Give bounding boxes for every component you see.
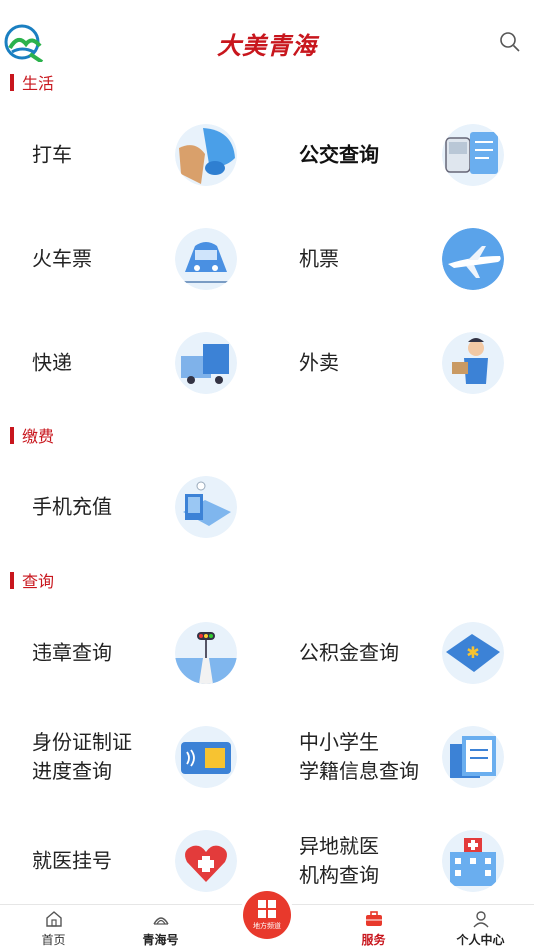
service-phone-recharge[interactable]: 手机充值	[0, 462, 267, 552]
section-title: 缴费	[22, 427, 55, 446]
service-label: 异地就医 机构查询	[299, 834, 379, 887]
service-label: 外卖	[299, 350, 339, 375]
service-label: 机票	[299, 246, 339, 271]
tab-home[interactable]: 首页	[0, 905, 107, 950]
service-bus-query[interactable]: 公交查询	[267, 110, 534, 200]
tab-label: 青海号	[142, 933, 179, 947]
section-marker	[10, 73, 14, 91]
app-header: 大美青海	[0, 0, 534, 70]
service-train-ticket[interactable]: 火车票	[0, 214, 267, 304]
phone-recharge-icon	[175, 476, 237, 538]
bus-icon	[442, 124, 504, 186]
home-icon	[44, 909, 64, 929]
tab-service[interactable]: 服务	[320, 905, 427, 950]
tab-label: 个人中心	[456, 933, 505, 947]
tab-label: 首页	[41, 933, 66, 947]
section-title: 查询	[22, 572, 55, 591]
taxi-icon	[175, 124, 237, 186]
section-marker	[10, 426, 14, 444]
search-icon[interactable]	[498, 30, 522, 54]
service-label: 公积金查询	[299, 640, 399, 665]
service-label: 公交查询	[299, 142, 379, 167]
tab-label: 服务	[361, 933, 386, 947]
medical-heart-icon	[175, 830, 237, 892]
local-channel-label: 地方频道	[253, 922, 281, 930]
service-label: 火车票	[32, 246, 92, 271]
bottom-tab-bar: 首页 青海号 地方频道 服务 个人中心	[0, 891, 534, 950]
tab-profile[interactable]: 个人中心	[427, 905, 534, 950]
service-label: 中小学生 学籍信息查询	[299, 730, 419, 783]
airplane-icon	[442, 228, 504, 290]
service-label: 违章查询	[32, 640, 112, 665]
fund-book-icon: ✱	[442, 622, 504, 684]
tab-qinghai-hao[interactable]: 青海号	[107, 905, 214, 950]
service-hospital-registration[interactable]: 就医挂号	[0, 816, 267, 906]
service-label: 身份证制证 进度查询	[32, 730, 132, 783]
section-query: 查询	[10, 570, 55, 591]
service-label: 快递	[32, 350, 72, 375]
hospital-building-icon	[442, 830, 504, 892]
section-title: 生活	[22, 74, 55, 93]
local-channel-button[interactable]: 地方频道	[243, 891, 291, 939]
delivery-truck-icon	[175, 332, 237, 394]
train-icon	[175, 228, 237, 290]
traffic-light-icon	[175, 622, 237, 684]
student-record-icon	[442, 726, 504, 788]
service-takeout[interactable]: 外卖	[267, 318, 534, 408]
service-express[interactable]: 快递	[0, 318, 267, 408]
local-channel-icon	[257, 899, 277, 919]
service-student-status[interactable]: 中小学生 学籍信息查询	[267, 712, 534, 802]
qinghai-hao-icon	[151, 909, 171, 929]
service-label: 打车	[32, 142, 72, 167]
service-flight-ticket[interactable]: 机票	[267, 214, 534, 304]
briefcase-icon	[364, 909, 384, 929]
svg-text:✱: ✱	[466, 643, 479, 662]
service-label: 手机充值	[32, 494, 112, 519]
id-card-icon	[175, 726, 237, 788]
service-violation-query[interactable]: 违章查询	[0, 608, 267, 698]
service-housing-fund[interactable]: 公积金查询 ✱	[267, 608, 534, 698]
service-idcard-progress[interactable]: 身份证制证 进度查询	[0, 712, 267, 802]
service-label: 就医挂号	[32, 848, 112, 873]
service-taxi[interactable]: 打车	[0, 110, 267, 200]
user-icon	[471, 909, 491, 929]
app-brand-title: 大美青海	[217, 31, 317, 60]
service-remote-medical[interactable]: 异地就医 机构查询	[267, 816, 534, 906]
delivery-person-icon	[442, 332, 504, 394]
section-life: 生活	[10, 72, 55, 93]
section-payment: 缴费	[10, 425, 55, 446]
section-marker	[10, 571, 14, 589]
